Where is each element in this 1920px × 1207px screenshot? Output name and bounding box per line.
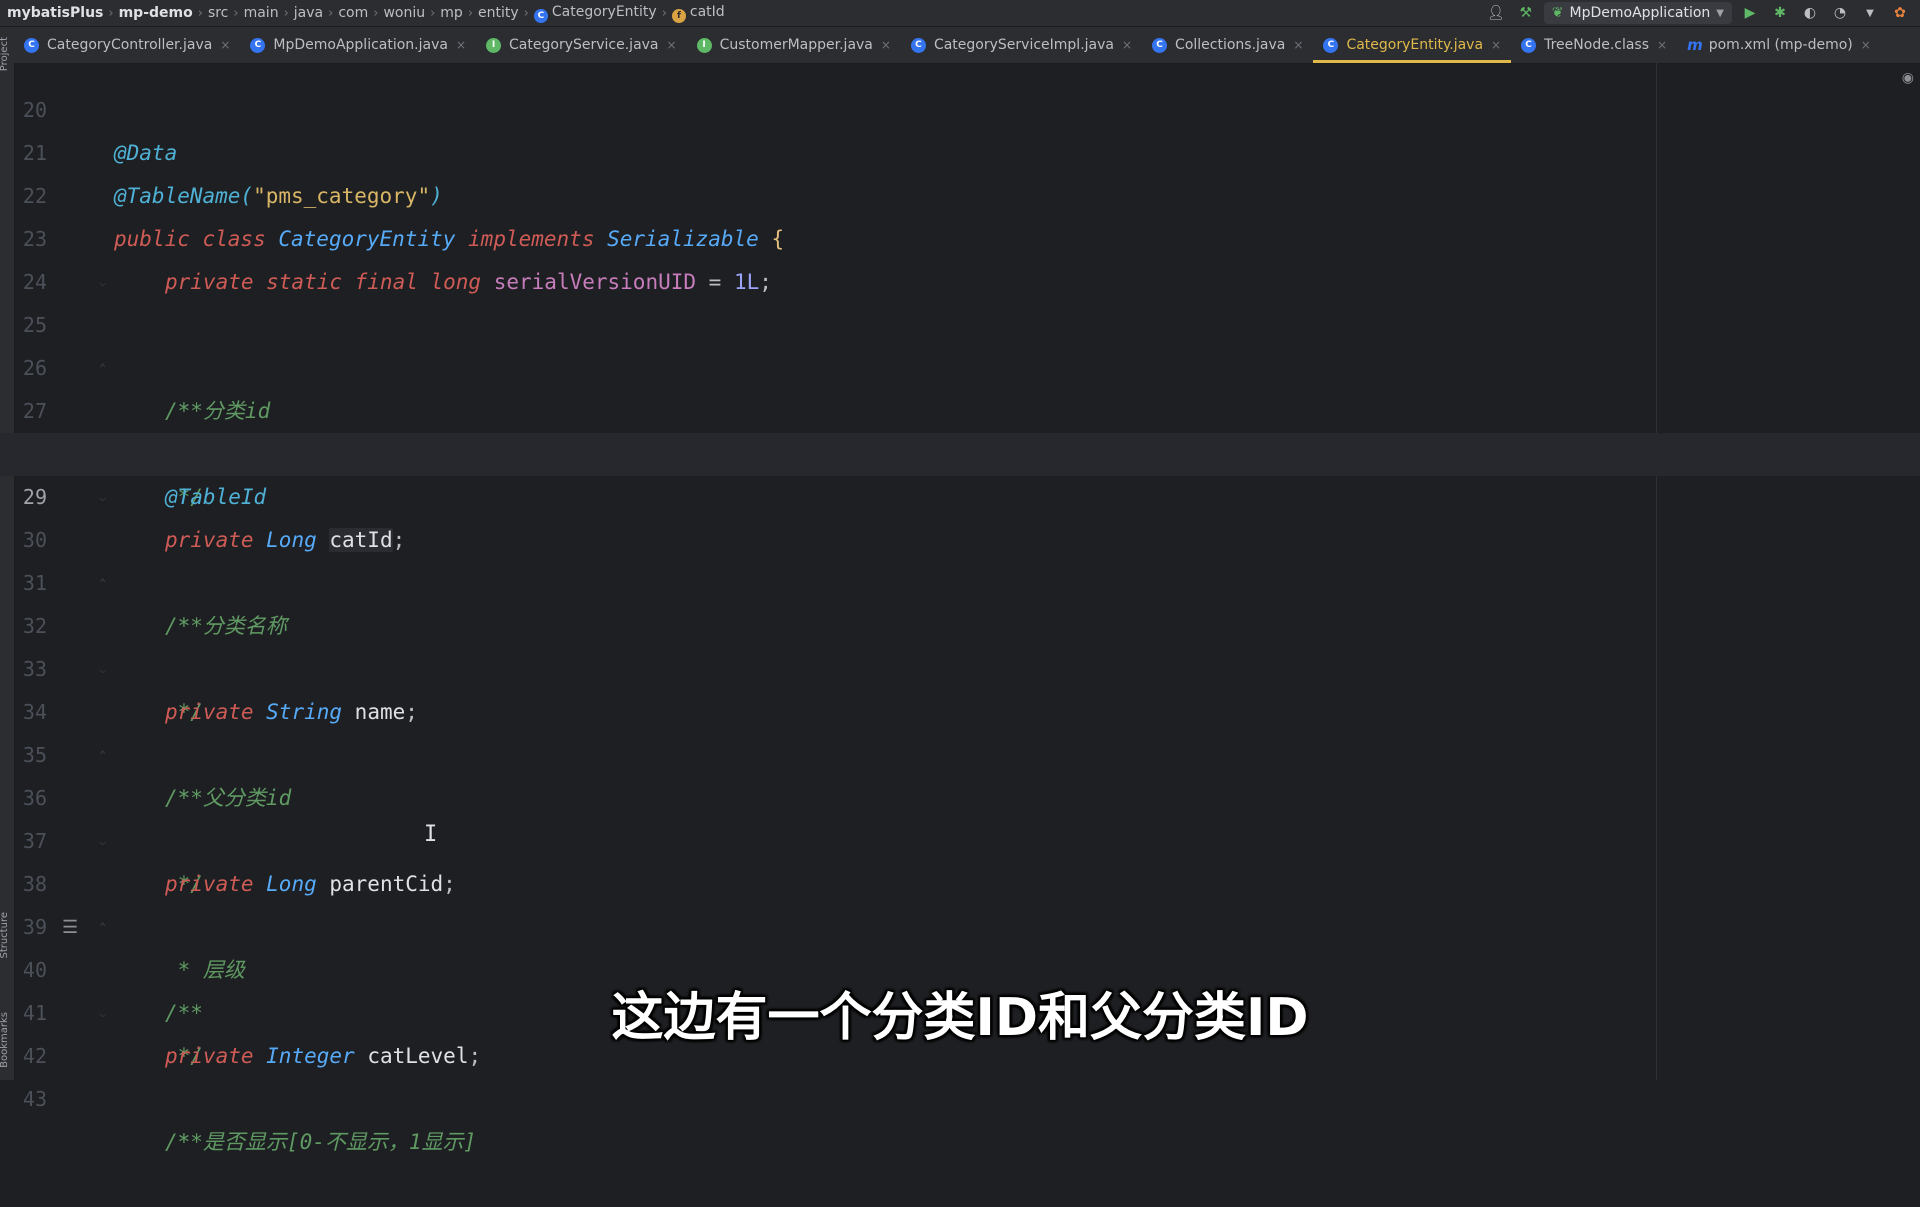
text-cursor-icon: I bbox=[424, 822, 438, 847]
breadcrumb-item-class[interactable]: C CategoryEntity bbox=[531, 4, 660, 23]
code-line: 22 public class CategoryEntity implement… bbox=[0, 132, 1920, 251]
code-line: 38 ☰ ⌵ /** bbox=[0, 820, 1920, 1025]
breadcrumb-field-label: catId bbox=[689, 3, 725, 20]
code-text: * 是否显示[0-不显示，1显示] bbox=[114, 1121, 477, 1164]
debug-icon[interactable]: ✱ bbox=[1768, 2, 1792, 24]
build-hammer-icon[interactable]: ⚒ bbox=[1514, 2, 1538, 24]
chevron-right-icon: › bbox=[328, 5, 334, 21]
breadcrumb-item[interactable]: mp bbox=[437, 5, 466, 21]
chevron-right-icon: › bbox=[283, 5, 289, 21]
chevron-right-icon: › bbox=[233, 5, 239, 21]
breadcrumb-item[interactable]: java bbox=[291, 5, 326, 21]
code-line-current: 29 private Long catId; bbox=[0, 433, 1920, 552]
breadcrumb-item[interactable]: entity bbox=[475, 5, 522, 21]
field-icon: f bbox=[671, 8, 686, 23]
code-line: 34 ⌵ /** bbox=[0, 648, 1920, 810]
fold-icon[interactable]: ⌵ bbox=[99, 662, 111, 676]
code-line: 30 ⌵ /** bbox=[0, 476, 1920, 638]
code-line: 31 * 分类名称 bbox=[0, 519, 1920, 638]
code-line: 39 * 层级 bbox=[0, 863, 1920, 982]
fold-end-icon[interactable]: ⌃ bbox=[99, 748, 111, 762]
fold-end-icon[interactable]: ⌃ bbox=[99, 361, 111, 375]
code-line: 40 ⌃ */ bbox=[0, 906, 1920, 1068]
chevron-right-icon: › bbox=[661, 5, 667, 21]
breadcrumb-item[interactable]: src bbox=[205, 5, 231, 21]
line-number: 43 bbox=[22, 1087, 47, 1111]
toolbar-right: 👤︎ ⚒ ❦ MpDemoApplication ▼ ▶ ✱ ◐ ◔ ▼ ✿ bbox=[1484, 0, 1920, 26]
run-configuration-select[interactable]: ❦ MpDemoApplication ▼ bbox=[1543, 2, 1732, 24]
breadcrumb: mybatisPlus › mp-demo › src › main › java › c… bbox=[0, 4, 728, 23]
code-line: 20 @Data bbox=[0, 46, 1920, 165]
breadcrumb-item[interactable]: mp-demo bbox=[116, 5, 196, 21]
chevron-right-icon: › bbox=[373, 5, 379, 21]
navigation-bar: mybatisPlus › mp-demo › src › main › java › c… bbox=[0, 0, 1920, 27]
breadcrumb-item-field[interactable]: f catId bbox=[669, 4, 728, 23]
chevron-down-icon: ▼ bbox=[1716, 7, 1724, 19]
code-line: 25 ⌵ /** bbox=[0, 261, 1920, 423]
breadcrumb-item[interactable]: com bbox=[335, 5, 371, 21]
code-line: 35 * 父分类id bbox=[0, 691, 1920, 810]
fold-end-icon[interactable]: ⌃ bbox=[99, 576, 111, 590]
chevron-right-icon: › bbox=[108, 5, 114, 21]
breadcrumb-item[interactable]: main bbox=[241, 5, 282, 21]
chevron-right-icon: › bbox=[467, 5, 474, 21]
breadcrumb-item[interactable]: mybatisPlus bbox=[4, 5, 106, 21]
class-icon: C bbox=[533, 8, 548, 23]
fold-icon[interactable]: ⌵ bbox=[99, 834, 111, 848]
code-line: 21 @TableName("pms_category") bbox=[0, 89, 1920, 208]
code-line: 28 @TableId bbox=[0, 390, 1920, 509]
code-line: 27 ⌃ */ bbox=[0, 347, 1920, 509]
comment: * 是否显示[0-不显示，1显示] bbox=[165, 1130, 477, 1154]
run-icon[interactable]: ▶ bbox=[1738, 2, 1762, 24]
spring-app-icon: ❦ bbox=[1551, 5, 1564, 21]
profiler-icon[interactable]: ◔ bbox=[1828, 2, 1852, 24]
chevron-right-icon: › bbox=[523, 5, 529, 21]
code-line: 37 private Long parentCid; bbox=[0, 777, 1920, 896]
code-line: 33 private String name; bbox=[0, 605, 1920, 724]
fold-end-icon[interactable]: ⌃ bbox=[99, 920, 111, 934]
run-configuration-label: MpDemoApplication bbox=[1569, 5, 1711, 21]
user-icon[interactable]: 👤︎ bbox=[1484, 2, 1508, 24]
breadcrumb-item[interactable]: woniu bbox=[380, 5, 428, 21]
code-line: 36 ⌃ */ bbox=[0, 734, 1920, 896]
video-subtitle: 这边有一个分类ID和父分类ID bbox=[611, 988, 1309, 1048]
code-line: 23 private static final long serialVersi… bbox=[0, 175, 1920, 294]
coverage-icon[interactable]: ◐ bbox=[1798, 2, 1822, 24]
breadcrumb-class-label: CategoryEntity bbox=[551, 3, 657, 20]
fold-icon[interactable]: ⌵ bbox=[99, 490, 111, 504]
chevron-right-icon: › bbox=[430, 5, 436, 21]
plugin-icon[interactable]: ✿ bbox=[1888, 2, 1912, 24]
code-line: 26 * 分类id bbox=[0, 304, 1920, 423]
fold-icon[interactable]: ⌵ bbox=[99, 275, 111, 289]
code-line: 24 bbox=[0, 218, 1920, 294]
more-icon[interactable]: ▼ bbox=[1858, 2, 1882, 24]
code-line: 32 ⌃ */ bbox=[0, 562, 1920, 724]
chevron-right-icon: › bbox=[197, 5, 203, 21]
